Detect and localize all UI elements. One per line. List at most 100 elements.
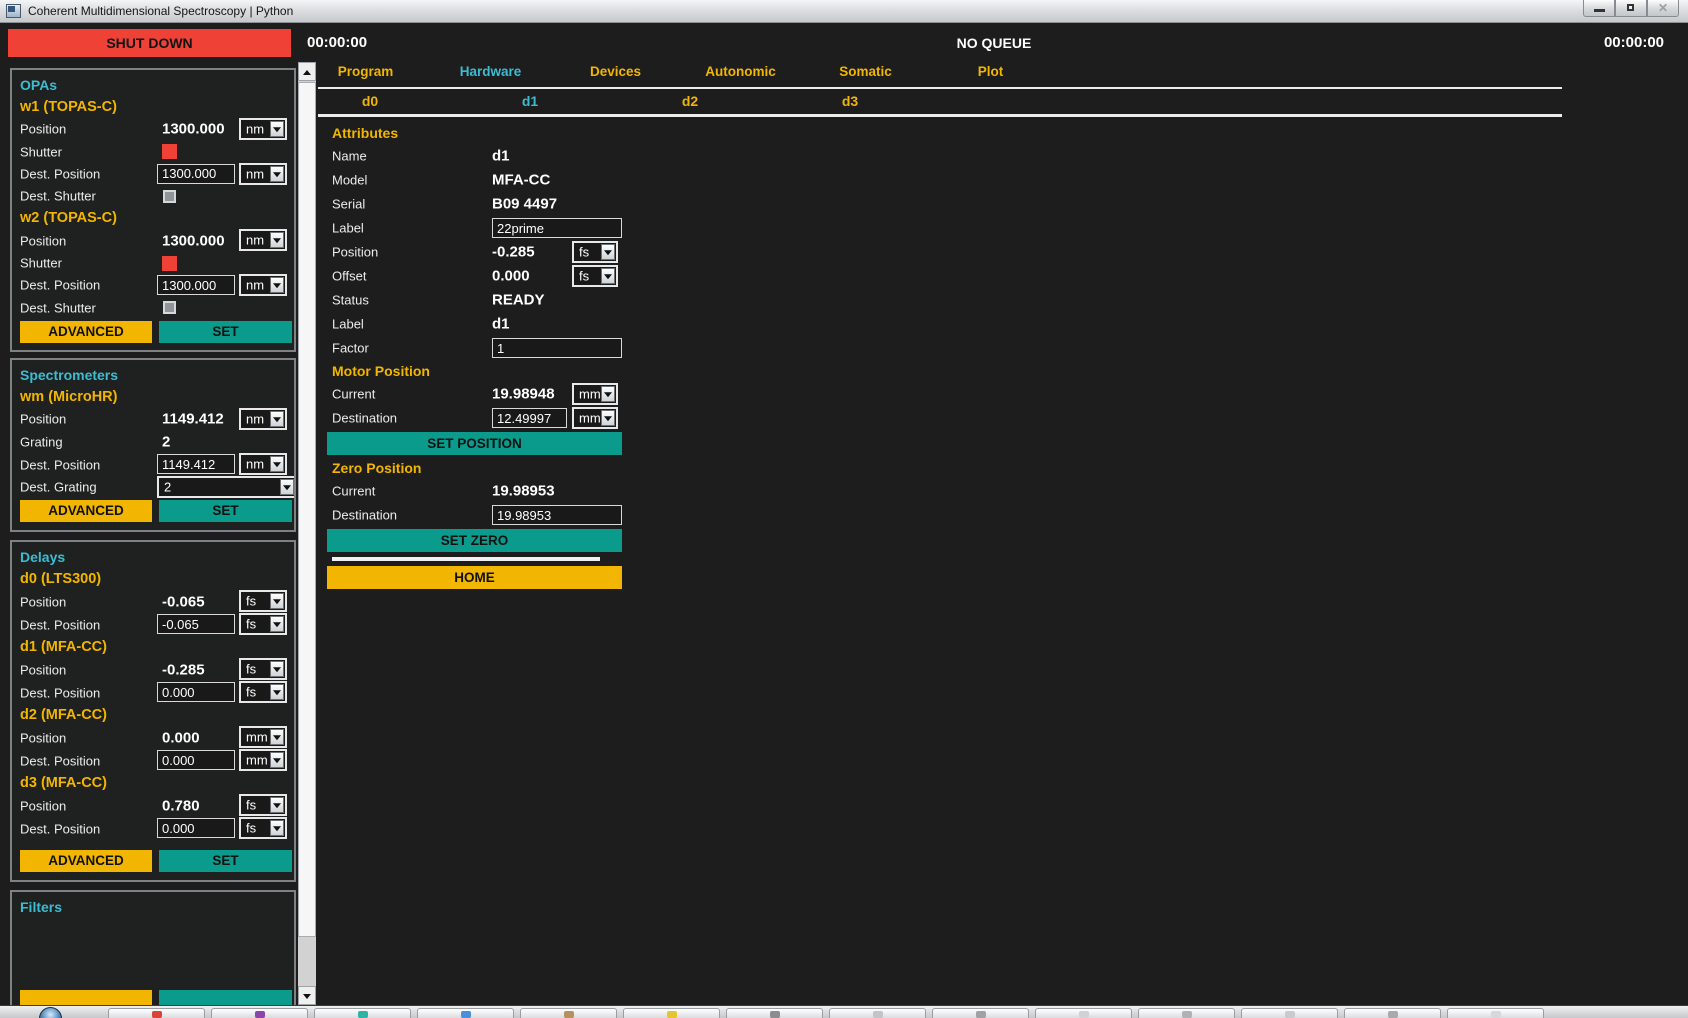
start-button[interactable] [39,1007,62,1018]
motor-destination-input[interactable] [492,408,567,428]
dropdown-arrow-icon[interactable] [601,386,615,402]
dropdown-arrow-icon[interactable] [270,166,284,182]
d1-dest-position-input[interactable] [157,682,235,702]
dropdown-arrow-icon[interactable] [270,456,284,472]
d0-dest-unit-dropdown[interactable]: fs [239,613,287,635]
set-button[interactable] [159,990,292,1005]
dropdown-arrow-icon[interactable] [270,121,284,137]
position-unit-dropdown[interactable]: fs [572,241,618,263]
row-label: Name [332,149,367,164]
dropdown-arrow-icon[interactable] [601,268,615,284]
taskbar-app-button[interactable] [211,1008,308,1018]
sidebar-scrollbar[interactable] [298,62,316,1005]
taskbar-app-button[interactable] [1241,1008,1338,1018]
d1-dest-unit-dropdown[interactable]: fs [239,681,287,703]
wm-dest-grating-dropdown[interactable]: 2 [157,476,296,498]
dropdown-arrow-icon[interactable] [270,661,284,677]
dropdown-arrow-icon[interactable] [270,729,284,745]
set-zero-button[interactable]: SET ZERO [327,529,622,552]
restore-button[interactable] [1615,0,1647,17]
dropdown-arrow-icon[interactable] [601,244,615,260]
tab-program[interactable]: Program [303,62,428,81]
taskbar-app-button[interactable] [932,1008,1029,1018]
w1-position-unit-dropdown[interactable]: nm [239,118,287,140]
w2-dest-unit-dropdown[interactable]: nm [239,274,287,296]
taskbar-app-button[interactable] [314,1008,411,1018]
taskbar-app-button[interactable] [1344,1008,1441,1018]
close-button[interactable]: ✕ [1647,0,1679,17]
taskbar-app-button[interactable] [623,1008,720,1018]
dropdown-arrow-icon[interactable] [280,479,294,495]
dropdown-arrow-icon[interactable] [270,797,284,813]
shut-down-button[interactable]: SHUT DOWN [8,29,291,57]
w2-dest-position-input[interactable] [157,275,235,295]
d2-dest-unit-dropdown[interactable]: mm [239,749,287,771]
d0-dest-position-input[interactable] [157,614,235,634]
wm-position-unit-dropdown[interactable]: nm [239,408,287,430]
dropdown-arrow-icon[interactable] [270,752,284,768]
dest-shutter-checkbox[interactable] [163,301,176,314]
row-label: Dest. Position [20,457,100,472]
w2-position-unit-dropdown[interactable]: nm [239,229,287,251]
dropdown-arrow-icon[interactable] [270,593,284,609]
dropdown-arrow-icon[interactable] [270,684,284,700]
wm-dest-unit-dropdown[interactable]: nm [239,453,287,475]
dropdown-arrow-icon[interactable] [601,410,615,426]
scroll-up-button[interactable] [298,62,316,81]
advanced-button[interactable]: ADVANCED [20,850,152,872]
motor-destination-unit-dropdown[interactable]: mm [572,407,618,429]
row-label: Position [20,233,66,248]
advanced-button[interactable]: ADVANCED [20,500,152,522]
label2-value: d1 [492,316,510,333]
set-button[interactable]: SET [159,321,292,343]
tab-autonomic[interactable]: Autonomic [678,62,803,81]
label-input[interactable] [492,218,622,238]
w1-dest-unit-dropdown[interactable]: nm [239,163,287,185]
advanced-button[interactable]: ADVANCED [20,321,152,343]
tab-d2[interactable]: d2 [610,91,770,112]
motor-current-unit-dropdown[interactable]: mm [572,383,618,405]
w1-dest-position-input[interactable] [157,164,235,184]
minimize-button[interactable] [1583,0,1615,17]
advanced-button[interactable] [20,990,152,1005]
taskbar-app-button[interactable] [417,1008,514,1018]
dropdown-arrow-icon[interactable] [270,616,284,632]
wm-dest-position-input[interactable] [157,454,235,474]
offset-unit-dropdown[interactable]: fs [572,265,618,287]
dropdown-arrow-icon[interactable] [270,820,284,836]
d2-position-unit-dropdown[interactable]: mm [239,726,287,748]
d3-dest-unit-dropdown[interactable]: fs [239,817,287,839]
taskbar-app-button[interactable] [829,1008,926,1018]
set-button[interactable]: SET [159,500,292,522]
taskbar-app-button[interactable] [1138,1008,1235,1018]
taskbar-app-button[interactable] [520,1008,617,1018]
d3-dest-position-input[interactable] [157,818,235,838]
taskbar-app-button[interactable] [1035,1008,1132,1018]
os-taskbar[interactable] [0,1005,1688,1018]
d3-position-unit-dropdown[interactable]: fs [239,794,287,816]
home-button[interactable]: HOME [327,566,622,589]
dropdown-arrow-icon[interactable] [270,411,284,427]
scrollbar-thumb[interactable] [298,82,316,937]
set-button[interactable]: SET [159,850,292,872]
tab-hardware[interactable]: Hardware [428,62,553,81]
taskbar-app-button[interactable] [726,1008,823,1018]
tab-d1[interactable]: d1 [450,91,610,112]
factor-input[interactable] [492,338,622,358]
d2-dest-position-input[interactable] [157,750,235,770]
tab-d3[interactable]: d3 [770,91,930,112]
taskbar-app-button[interactable] [108,1008,205,1018]
scroll-down-button[interactable] [298,986,316,1005]
set-zero-row: SET ZERO [318,527,648,554]
d0-position-unit-dropdown[interactable]: fs [239,590,287,612]
set-position-button[interactable]: SET POSITION [327,432,622,455]
tab-plot[interactable]: Plot [928,62,1053,81]
tab-somatic[interactable]: Somatic [803,62,928,81]
taskbar-app-button[interactable] [1447,1008,1544,1018]
dest-shutter-checkbox[interactable] [163,190,176,203]
tab-devices[interactable]: Devices [553,62,678,81]
zero-destination-input[interactable] [492,505,622,525]
dropdown-arrow-icon[interactable] [270,277,284,293]
dropdown-arrow-icon[interactable] [270,232,284,248]
d1-position-unit-dropdown[interactable]: fs [239,658,287,680]
